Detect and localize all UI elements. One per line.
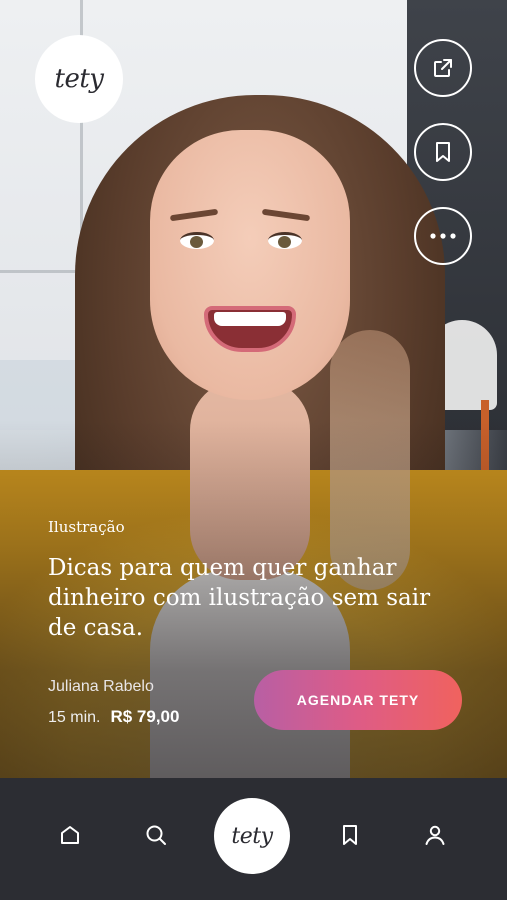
duration-label: 15 min.: [48, 709, 101, 726]
share-icon: [434, 59, 452, 77]
bookmark-button[interactable]: [414, 123, 472, 181]
profile-icon: [425, 825, 445, 845]
more-icon: [430, 233, 456, 239]
nav-saved[interactable]: [335, 820, 365, 850]
search-icon: [146, 825, 166, 845]
session-meta: 15 min. R$ 79,00: [48, 707, 179, 727]
home-icon: [61, 826, 79, 844]
nav-tety-logo[interactable]: tety: [214, 798, 290, 874]
category-label: Ilustração: [48, 518, 125, 536]
nav-profile[interactable]: [420, 820, 450, 850]
bookmark-icon: [343, 825, 357, 845]
brand-logo[interactable]: tety: [35, 35, 123, 123]
schedule-button[interactable]: AGENDAR TETY: [254, 670, 462, 730]
bookmark-icon: [436, 142, 450, 162]
share-button[interactable]: [414, 39, 472, 97]
nav-home[interactable]: [55, 820, 85, 850]
author-name[interactable]: Juliana Rabelo: [48, 678, 154, 696]
nav-logo-text: tety: [231, 823, 273, 849]
price-label: R$ 79,00: [110, 707, 180, 726]
more-button[interactable]: [414, 207, 472, 265]
brand-logo-text: tety: [54, 64, 104, 94]
content-title: Dicas para quem quer ganhar dinheiro com…: [48, 555, 431, 641]
app-screen: tety Ilustração Dicas para quem quer gan…: [0, 0, 507, 900]
nav-search[interactable]: [141, 820, 171, 850]
